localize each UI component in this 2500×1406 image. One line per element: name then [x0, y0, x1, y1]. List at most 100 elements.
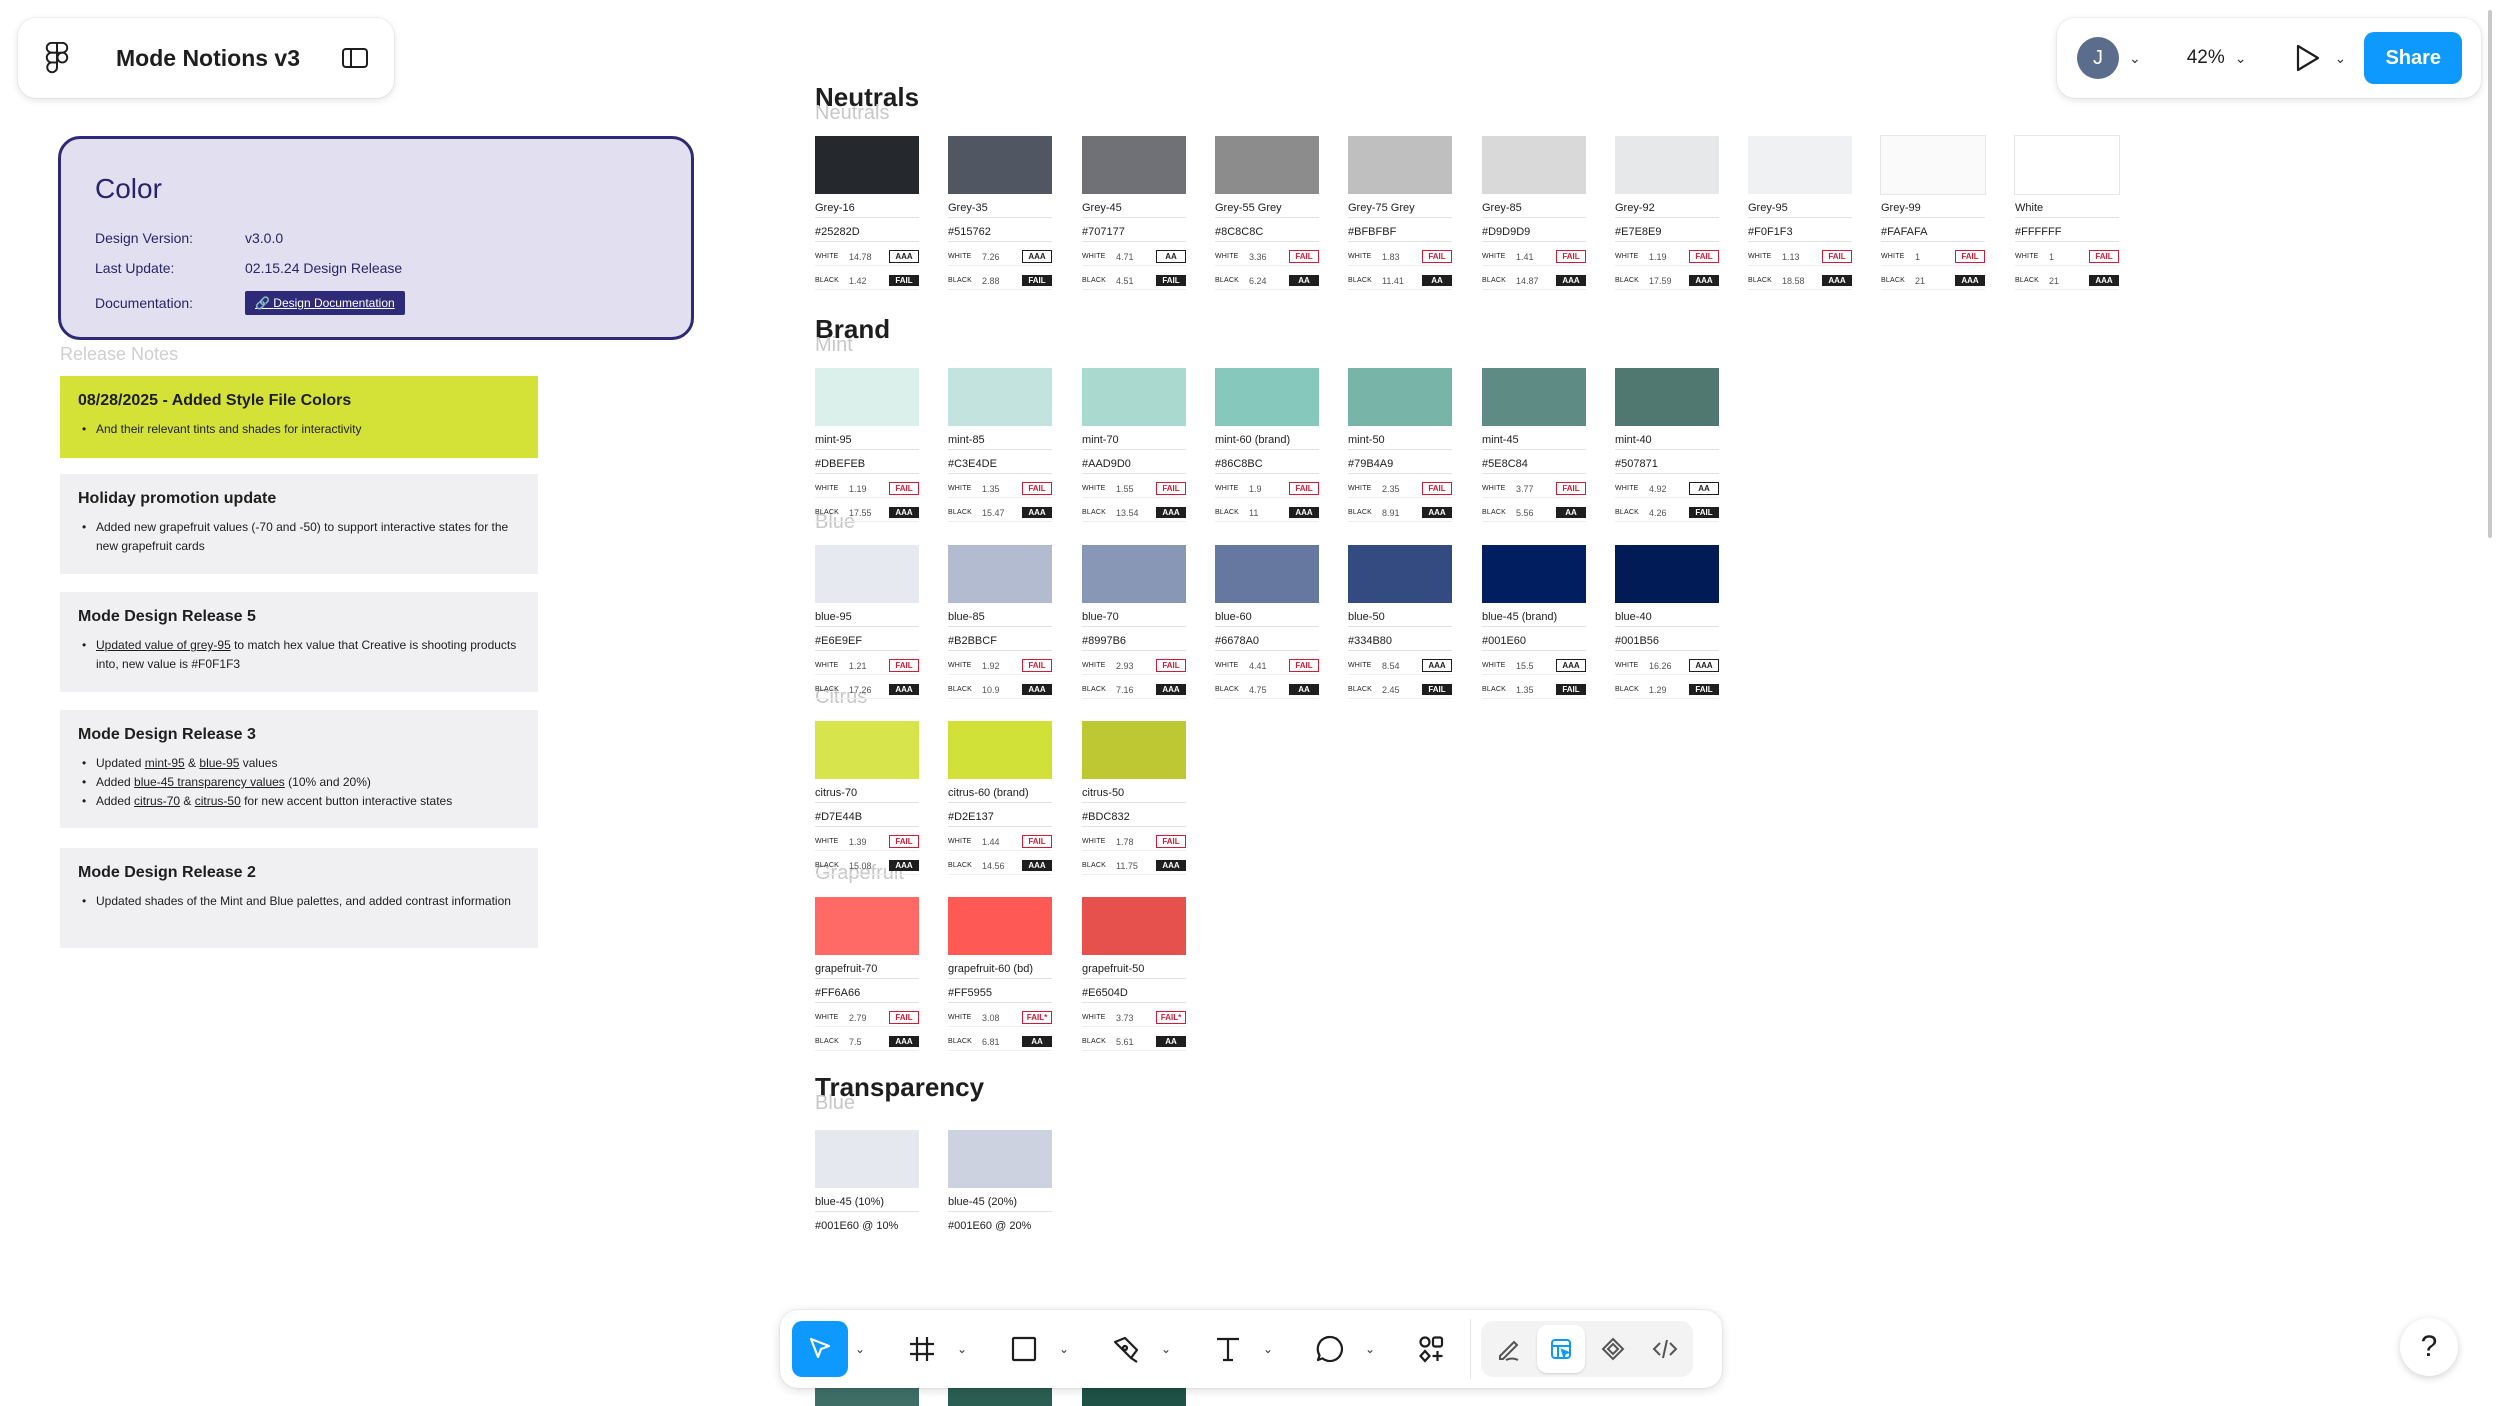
- color-chip[interactable]: [1615, 136, 1719, 194]
- chevron-down-icon[interactable]: ⌄: [1358, 1342, 1382, 1356]
- color-chip[interactable]: [1215, 368, 1319, 426]
- color-chip[interactable]: [1482, 136, 1586, 194]
- color-swatch[interactable]: blue-45 (brand) #001E60 WHITE 15.5 AAA BLACK 1…: [1482, 545, 1586, 699]
- chevron-down-icon[interactable]: ⌄: [950, 1342, 974, 1356]
- chevron-down-icon[interactable]: ⌄: [1154, 1342, 1178, 1356]
- color-chip[interactable]: [948, 368, 1052, 426]
- color-chip[interactable]: [1082, 1388, 1186, 1406]
- color-chip[interactable]: [948, 136, 1052, 194]
- color-swatch[interactable]: Grey-85 #D9D9D9 WHITE 1.41 FAIL BLACK 14.87 AAA: [1482, 136, 1586, 290]
- note-link[interactable]: citrus-50: [195, 794, 241, 808]
- comment-tool-icon[interactable]: [1302, 1321, 1358, 1377]
- color-swatch[interactable]: Grey-16 #25282D WHITE 14.78 AAA BLACK 1.42 FAIL: [815, 136, 919, 290]
- color-swatch[interactable]: blue-40 #001B56 WHITE 16.26 AAA BLACK 1.29 FAIL: [1615, 545, 1719, 699]
- color-chip[interactable]: [815, 368, 919, 426]
- color-swatch[interactable]: mint-95 #DBEFEB WHITE 1.19 FAIL BLACK 17.55 AAA: [815, 368, 919, 522]
- move-tool-icon[interactable]: [792, 1321, 848, 1377]
- color-swatch[interactable]: Grey-75 Grey #BFBFBF WHITE 1.83 FAIL BLACK 11.…: [1348, 136, 1452, 290]
- color-swatch[interactable]: blue-50 #334B80 WHITE 8.54 AAA BLACK 2.45 FAIL: [1348, 545, 1452, 699]
- color-swatch[interactable]: blue-45 (20%) #001E60 @ 20%: [948, 1130, 1052, 1236]
- frame-tool-icon[interactable]: [894, 1321, 950, 1377]
- color-swatch[interactable]: mint-45 #5E8C84 WHITE 3.77 FAIL BLACK 5.56 AA: [1482, 368, 1586, 522]
- color-chip[interactable]: [1880, 135, 1986, 195]
- chevron-down-icon[interactable]: ⌄: [2235, 50, 2247, 67]
- color-swatch[interactable]: blue-95 #E6E9EF WHITE 1.21 FAIL BLACK 17.26 AAA: [815, 545, 919, 699]
- color-chip[interactable]: [1082, 897, 1186, 955]
- color-chip[interactable]: [948, 721, 1052, 779]
- color-swatch[interactable]: blue-60 #6678A0 WHITE 4.41 FAIL BLACK 4.75 AA: [1215, 545, 1319, 699]
- color-chip[interactable]: [1615, 545, 1719, 603]
- chevron-down-icon[interactable]: ⌄: [2335, 50, 2347, 67]
- color-chip[interactable]: [1482, 368, 1586, 426]
- note-link[interactable]: Updated value of grey-95: [96, 638, 231, 652]
- color-chip[interactable]: [815, 545, 919, 603]
- help-button[interactable]: ?: [2400, 1318, 2458, 1376]
- chevron-down-icon[interactable]: ⌄: [848, 1342, 872, 1356]
- color-chip[interactable]: [1082, 721, 1186, 779]
- chevron-down-icon[interactable]: ⌄: [2129, 50, 2141, 67]
- color-swatch[interactable]: grapefruit-60 (bd) #FF5955 WHITE 3.08 FAIL* B…: [948, 897, 1052, 1051]
- color-swatch[interactable]: Grey-55 Grey #8C8C8C WHITE 3.36 FAIL BLACK 6.2…: [1215, 136, 1319, 290]
- color-chip[interactable]: [948, 1130, 1052, 1188]
- documentation-link[interactable]: 🔗 Design Documentation: [245, 291, 405, 315]
- color-chip[interactable]: [815, 1388, 919, 1406]
- file-title[interactable]: Mode Notions v3: [116, 45, 338, 72]
- color-swatch[interactable]: mint-40 #507871 WHITE 4.92 AA BLACK 4.26 FAIL: [1615, 368, 1719, 522]
- color-swatch[interactable]: Grey-92 #E7E8E9 WHITE 1.19 FAIL BLACK 17.59 AAA: [1615, 136, 1719, 290]
- color-chip[interactable]: [948, 545, 1052, 603]
- vertical-scrollbar[interactable]: [2488, 10, 2492, 538]
- zoom-level[interactable]: 42%: [2187, 47, 2225, 69]
- color-swatch[interactable]: mint-50 #79B4A9 WHITE 2.35 FAIL BLACK 8.91 AAA: [1348, 368, 1452, 522]
- color-chip[interactable]: [2014, 135, 2120, 195]
- color-swatch[interactable]: Grey-99 #FAFAFA WHITE 1 FAIL BLACK 21 AAA: [1880, 135, 1986, 290]
- chevron-down-icon[interactable]: ⌄: [1256, 1342, 1280, 1356]
- text-tool-icon[interactable]: [1200, 1321, 1256, 1377]
- draw-mode-icon[interactable]: [1485, 1325, 1533, 1373]
- color-swatch[interactable]: blue-45 (10%) #001E60 @ 10%: [815, 1130, 919, 1236]
- color-chip[interactable]: [1482, 545, 1586, 603]
- color-chip[interactable]: [948, 897, 1052, 955]
- color-swatch[interactable]: grapefruit-70 #FF6A66 WHITE 2.79 FAIL BLACK 7.…: [815, 897, 919, 1051]
- color-swatch[interactable]: grapefruit-50 #E6504D WHITE 3.73 FAIL* BLACK 5…: [1082, 897, 1186, 1051]
- color-swatch[interactable]: Grey-95 #F0F1F3 WHITE 1.13 FAIL BLACK 18.58 AAA: [1748, 136, 1852, 290]
- note-link[interactable]: mint-95: [145, 756, 185, 770]
- color-chip[interactable]: [1215, 136, 1319, 194]
- color-swatch[interactable]: Grey-35 #515762 WHITE 7.26 AAA BLACK 2.88 FAIL: [948, 136, 1052, 290]
- color-chip[interactable]: [1748, 136, 1852, 194]
- color-swatch[interactable]: mint-85 #C3E4DE WHITE 1.35 FAIL BLACK 15.47 AAA: [948, 368, 1052, 522]
- color-chip[interactable]: [815, 897, 919, 955]
- color-chip[interactable]: [1215, 545, 1319, 603]
- color-swatch[interactable]: blue-85 #B2BBCF WHITE 1.92 FAIL BLACK 10.9 AAA: [948, 545, 1052, 699]
- note-link[interactable]: blue-95: [199, 756, 239, 770]
- color-chip[interactable]: [1348, 136, 1452, 194]
- pen-tool-icon[interactable]: [1098, 1321, 1154, 1377]
- color-chip[interactable]: [1348, 368, 1452, 426]
- design-mode-icon[interactable]: [1537, 1325, 1585, 1373]
- color-swatch[interactable]: Grey-45 #707177 WHITE 4.71 AA BLACK 4.51 FAIL: [1082, 136, 1186, 290]
- component-mode-icon[interactable]: [1589, 1325, 1637, 1373]
- color-swatch[interactable]: mint-70 #AAD9D0 WHITE 1.55 FAIL BLACK 13.54 AAA: [1082, 368, 1186, 522]
- color-swatch[interactable]: mint-60 (brand) #86C8BC WHITE 1.9 FAIL BLACK 1…: [1215, 368, 1319, 522]
- present-play-icon[interactable]: [2291, 41, 2325, 75]
- color-swatch[interactable]: citrus-70 #D7E44B WHITE 1.39 FAIL BLACK 15.08 A…: [815, 721, 919, 875]
- assets-tool-icon[interactable]: [1404, 1321, 1460, 1377]
- chevron-down-icon[interactable]: ⌄: [1052, 1342, 1076, 1356]
- figma-logo-icon[interactable]: [40, 41, 74, 75]
- color-chip[interactable]: [1082, 136, 1186, 194]
- color-swatch[interactable]: citrus-50 #BDC832 WHITE 1.78 FAIL BLACK 11.75 A…: [1082, 721, 1186, 875]
- color-chip[interactable]: [1348, 545, 1452, 603]
- note-link[interactable]: blue-45 transparency values: [134, 775, 285, 789]
- color-chip[interactable]: [1082, 545, 1186, 603]
- color-swatch[interactable]: blue-70 #8997B6 WHITE 2.93 FAIL BLACK 7.16 AAA: [1082, 545, 1186, 699]
- color-chip[interactable]: [815, 721, 919, 779]
- color-chip[interactable]: [948, 1388, 1052, 1406]
- share-button[interactable]: Share: [2364, 32, 2463, 84]
- toggle-sidebar-icon[interactable]: [338, 41, 372, 75]
- avatar[interactable]: J: [2077, 37, 2119, 79]
- dev-mode-icon[interactable]: [1641, 1325, 1689, 1373]
- color-chip[interactable]: [1615, 368, 1719, 426]
- rectangle-tool-icon[interactable]: [996, 1321, 1052, 1377]
- note-link[interactable]: citrus-70: [134, 794, 180, 808]
- color-swatch[interactable]: White #FFFFFF WHITE 1 FAIL BLACK 21 AAA: [2014, 135, 2120, 290]
- color-chip[interactable]: [815, 136, 919, 194]
